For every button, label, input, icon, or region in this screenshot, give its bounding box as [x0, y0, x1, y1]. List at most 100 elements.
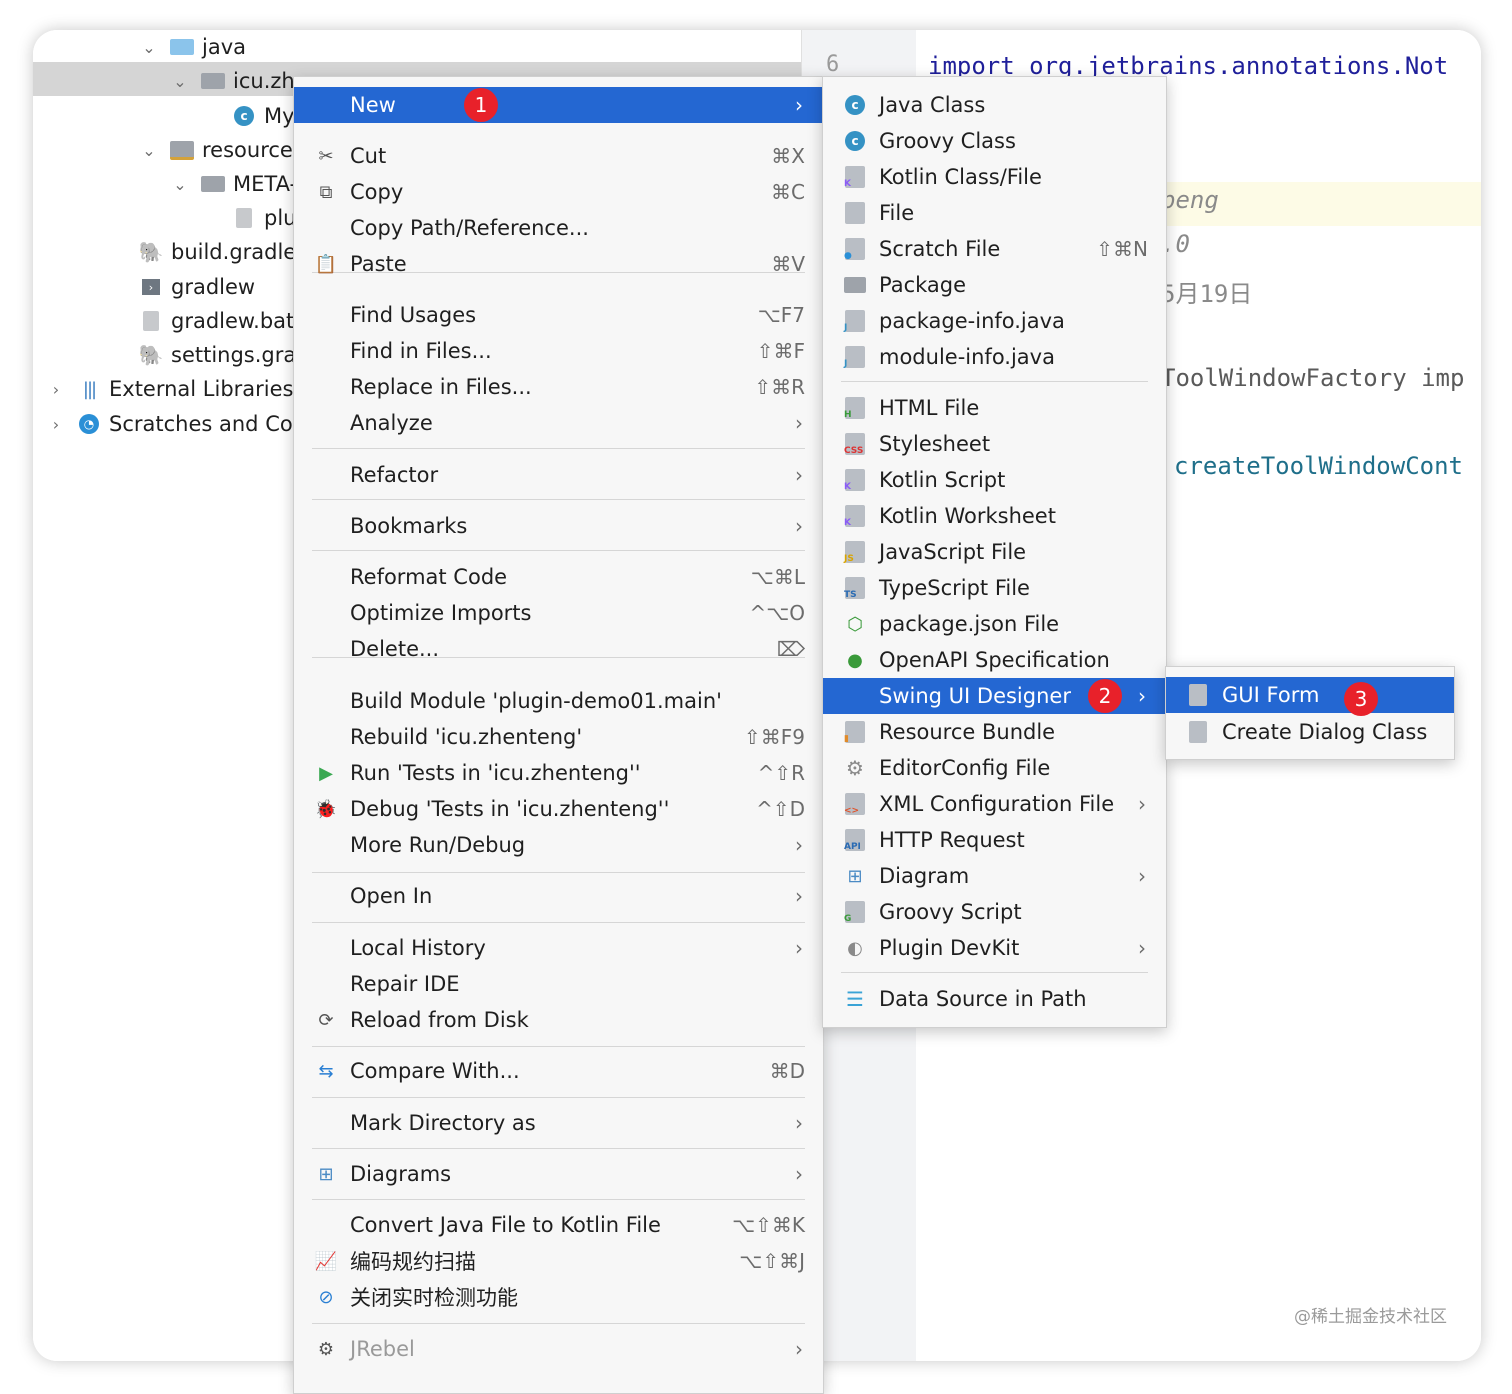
- js-file-icon: JS: [843, 540, 867, 564]
- tree-item[interactable]: › gradlew: [109, 270, 255, 304]
- new-item-file[interactable]: File: [823, 195, 1166, 231]
- shortcut-label: ^⌥O: [749, 601, 805, 625]
- tree-item[interactable]: ⌄ java: [140, 30, 246, 64]
- menu-item-reformat-code[interactable]: Reformat Code ⌥⌘L: [294, 559, 823, 595]
- menu-item-local-history[interactable]: Local History ›: [294, 930, 823, 966]
- tree-item[interactable]: gradlew.bat: [109, 304, 294, 338]
- tree-item[interactable]: ⌄ icu.zh: [171, 64, 294, 98]
- chevron-icon[interactable]: ›: [47, 415, 65, 434]
- new-item-kotlin-worksheet[interactable]: K Kotlin Worksheet: [823, 498, 1166, 534]
- menu-item-refactor[interactable]: Refactor ›: [294, 457, 823, 493]
- chevron-right-icon: ›: [795, 884, 803, 908]
- menu-separator: [841, 381, 1148, 382]
- gradle-icon: 🐘: [138, 240, 164, 264]
- new-item-java-class[interactable]: c Java Class: [823, 87, 1166, 123]
- chevron-right-icon: ›: [795, 93, 803, 117]
- new-item-module-info-java[interactable]: Jmodule-info.java: [823, 339, 1166, 375]
- menu-item-analyze[interactable]: Analyze ›: [294, 405, 823, 441]
- menu-item-rebuild[interactable]: Rebuild 'icu.zhenteng' ⇧⌘F9: [294, 719, 823, 755]
- new-item-html-file[interactable]: H HTML File: [823, 390, 1166, 426]
- shortcut-label: ⇧⌘F: [756, 339, 805, 363]
- menu-item-cut[interactable]: ✂ Cut ⌘X: [294, 138, 823, 174]
- chevron-icon[interactable]: ⌄: [140, 141, 158, 160]
- swing-item-create-dialog-class[interactable]: Create Dialog Class: [1166, 714, 1454, 750]
- menu-item-paste[interactable]: 📋 Paste ⌘V: [294, 246, 823, 282]
- menu-item-debug-tests[interactable]: 🐞 Debug 'Tests in 'icu.zhenteng'' ^⇧D: [294, 791, 823, 827]
- new-item-data-source-in-path[interactable]: ☰ Data Source in Path: [823, 981, 1166, 1017]
- new-item-groovy-class[interactable]: c Groovy Class: [823, 123, 1166, 159]
- menu-item-replace-in-files[interactable]: Replace in Files... ⇧⌘R: [294, 369, 823, 405]
- tree-item[interactable]: plu: [202, 201, 296, 235]
- menu-separator: [312, 872, 805, 873]
- chevron-right-icon: ›: [1138, 792, 1146, 816]
- new-item-package[interactable]: Package: [823, 267, 1166, 303]
- menu-item-jrebel[interactable]: ⚙ JRebel ›: [294, 1331, 823, 1367]
- new-item-javascript-file[interactable]: JS JavaScript File: [823, 534, 1166, 570]
- menu-item-convert-to-kotlin[interactable]: Convert Java File to Kotlin File ⌥⇧⌘K: [294, 1207, 823, 1243]
- chevron-icon[interactable]: ›: [47, 380, 65, 399]
- terminal-icon: ›: [139, 277, 163, 297]
- menu-item-label: EditorConfig File: [879, 756, 1051, 780]
- chevron-icon[interactable]: ⌄: [171, 175, 189, 194]
- swing-item-gui-form[interactable]: GUI Form 3: [1166, 677, 1454, 716]
- tree-item[interactable]: › ◔ Scratches and Co: [47, 407, 293, 441]
- new-item-package-info-java[interactable]: Jpackage-info.java: [823, 303, 1166, 339]
- compare-icon: ⇆: [318, 1060, 334, 1082]
- new-item-diagram[interactable]: ⊞ Diagram ›: [823, 858, 1166, 894]
- menu-item-label: Groovy Class: [879, 129, 1016, 153]
- menu-item-disable-realtime-check[interactable]: ⊘ 关闭实时检测功能: [294, 1279, 823, 1315]
- menu-item-open-in[interactable]: Open In ›: [294, 878, 823, 914]
- html-file-icon: H: [843, 396, 867, 420]
- tree-item[interactable]: c My: [202, 99, 295, 133]
- new-item-package-json-file[interactable]: ⬡ package.json File: [823, 606, 1166, 642]
- tree-item[interactable]: 🐘 build.gradle: [109, 235, 297, 269]
- menu-item-code-scan[interactable]: 📈 编码规约扫描 ⌥⇧⌘J: [294, 1243, 823, 1279]
- menu-item-copy-path[interactable]: Copy Path/Reference...: [294, 210, 823, 246]
- menu-item-copy[interactable]: ⧉ Copy ⌘C: [294, 174, 823, 210]
- menu-item-label: Local History: [350, 936, 486, 960]
- tree-item[interactable]: › ||| External Libraries: [47, 372, 294, 406]
- menu-item-build-module[interactable]: Build Module 'plugin-demo01.main': [294, 683, 823, 719]
- new-item-stylesheet[interactable]: CSS Stylesheet: [823, 426, 1166, 462]
- menu-item-label: Compare With...: [350, 1059, 520, 1083]
- new-item-xml-configuration-file[interactable]: <> XML Configuration File ›: [823, 786, 1166, 822]
- ts-file-icon: TS: [843, 576, 867, 600]
- new-item-typescript-file[interactable]: TS TypeScript File: [823, 570, 1166, 606]
- menu-item-find-usages[interactable]: Find Usages ⌥F7: [294, 297, 823, 333]
- menu-item-delete[interactable]: Delete... ⌦: [294, 631, 823, 667]
- groovy-class-icon: c: [843, 129, 867, 153]
- menu-item-repair-ide[interactable]: Repair IDE: [294, 966, 823, 1002]
- menu-item-label: Mark Directory as: [350, 1111, 536, 1135]
- shortcut-label: ⇧⌘N: [1096, 237, 1148, 261]
- new-item-swing-ui-designer[interactable]: Swing UI Designer › 2: [823, 678, 1166, 714]
- menu-item-new[interactable]: New › 1: [294, 87, 823, 123]
- chevron-icon[interactable]: ⌄: [140, 38, 158, 57]
- tree-item-label: build.gradle: [171, 240, 297, 264]
- menu-item-run-tests[interactable]: ▶ Run 'Tests in 'icu.zhenteng'' ^⇧R: [294, 755, 823, 791]
- menu-item-label: JRebel: [350, 1337, 415, 1361]
- new-item-resource-bundle[interactable]: ▮ Resource Bundle: [823, 714, 1166, 750]
- menu-item-reload-from-disk[interactable]: ⟳ Reload from Disk: [294, 1002, 823, 1038]
- tree-item[interactable]: ⌄ META-: [171, 167, 297, 201]
- menu-item-compare-with[interactable]: ⇆ Compare With... ⌘D: [294, 1053, 823, 1089]
- new-item-editorconfig-file[interactable]: ⚙ EditorConfig File: [823, 750, 1166, 786]
- new-item-scratch-file[interactable]: ● Scratch File ⇧⌘N: [823, 231, 1166, 267]
- new-item-kotlin-class-file[interactable]: K Kotlin Class/File: [823, 159, 1166, 195]
- new-item-kotlin-script[interactable]: K Kotlin Script: [823, 462, 1166, 498]
- shortcut-label: ⇧⌘R: [754, 375, 805, 399]
- chevron-right-icon: ›: [795, 1162, 803, 1186]
- new-item-http-request[interactable]: API HTTP Request: [823, 822, 1166, 858]
- menu-item-optimize-imports[interactable]: Optimize Imports ^⌥O: [294, 595, 823, 631]
- chevron-icon[interactable]: ⌄: [171, 72, 189, 91]
- new-item-plugin-devkit[interactable]: ◐ Plugin DevKit ›: [823, 930, 1166, 966]
- kotlin-file-icon: K: [843, 468, 867, 492]
- tree-item[interactable]: ⌄ resources: [140, 133, 303, 167]
- new-item-groovy-script[interactable]: G Groovy Script: [823, 894, 1166, 930]
- menu-item-bookmarks[interactable]: Bookmarks ›: [294, 508, 823, 544]
- menu-item-mark-directory-as[interactable]: Mark Directory as ›: [294, 1105, 823, 1141]
- menu-item-label: package.json File: [879, 612, 1060, 636]
- menu-item-more-run-debug[interactable]: More Run/Debug ›: [294, 827, 823, 863]
- menu-item-find-in-files[interactable]: Find in Files... ⇧⌘F: [294, 333, 823, 369]
- new-item-openapi-specification[interactable]: ● OpenAPI Specification: [823, 642, 1166, 678]
- menu-item-diagrams[interactable]: ⊞ Diagrams ›: [294, 1156, 823, 1192]
